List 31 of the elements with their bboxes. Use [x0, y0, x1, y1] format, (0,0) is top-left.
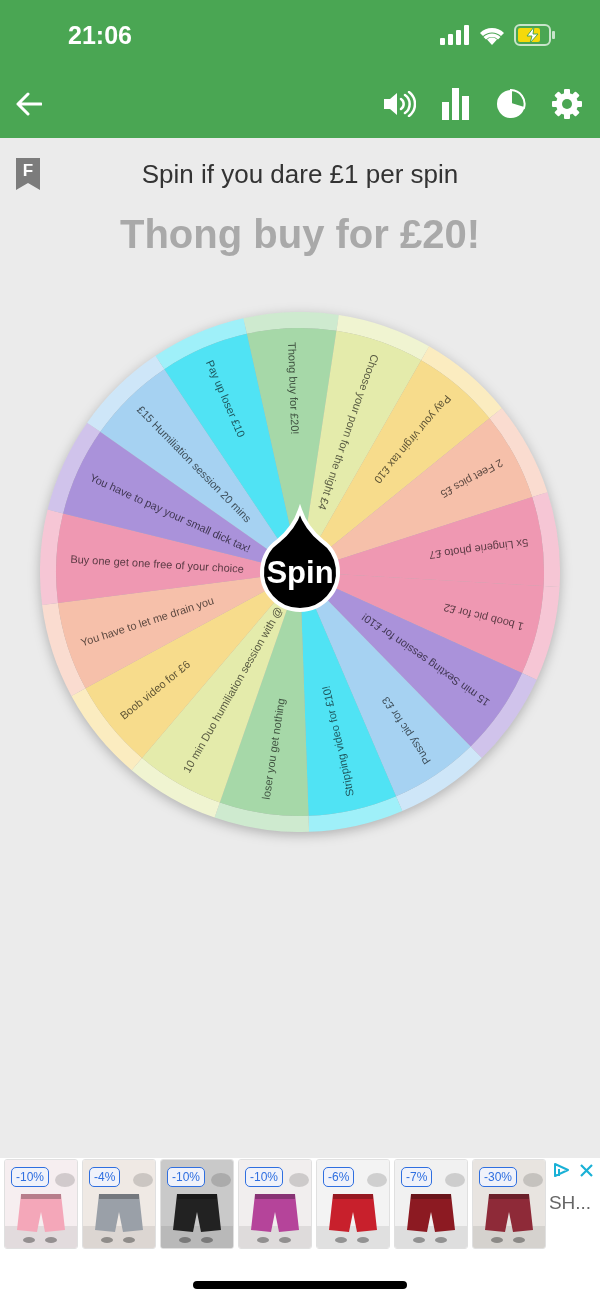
segment-label: 1 boob pic for £2 — [442, 601, 525, 633]
segment-label: 2 Feet pics £5 — [438, 457, 506, 501]
close-icon[interactable] — [579, 1162, 594, 1178]
speaker-icon[interactable] — [382, 91, 416, 117]
segment-label: Buy one get one free of your choice — [70, 552, 245, 575]
back-icon[interactable] — [16, 92, 42, 116]
segment-label: You have to let me drain you — [79, 594, 216, 649]
discount-badge: -10% — [245, 1167, 283, 1187]
pie-chart-icon[interactable] — [496, 89, 526, 119]
wheel-title: Spin if you dare £1 per spin — [140, 158, 460, 190]
status-time: 21:06 — [68, 20, 132, 50]
discount-badge: -30% — [479, 1167, 517, 1187]
settings-icon[interactable] — [552, 89, 582, 119]
segment-label: loser you get nothing — [259, 697, 287, 801]
play-icon[interactable] — [553, 1162, 571, 1178]
ad-text[interactable]: SH... — [548, 1192, 592, 1214]
segment-label: Pay up loser £10 — [203, 358, 248, 439]
signal-icon — [440, 25, 470, 45]
discount-badge: -10% — [167, 1167, 205, 1187]
segment-label: 5x Lingerie photo £7 — [428, 536, 529, 562]
discount-badge: -10% — [11, 1167, 49, 1187]
bookmark-badge[interactable]: F — [16, 158, 40, 190]
discount-badge: -6% — [323, 1167, 355, 1187]
segment-label: Thong buy for £20! — [286, 341, 302, 435]
discount-badge: -4% — [89, 1167, 121, 1187]
battery-icon — [514, 24, 556, 46]
segment-label: Stripping video for £10! — [319, 684, 356, 798]
result-text: Thong buy for £20! — [119, 211, 481, 258]
bar-chart-icon[interactable] — [442, 88, 470, 120]
discount-badge: -7% — [401, 1167, 433, 1187]
wifi-icon — [478, 25, 506, 45]
